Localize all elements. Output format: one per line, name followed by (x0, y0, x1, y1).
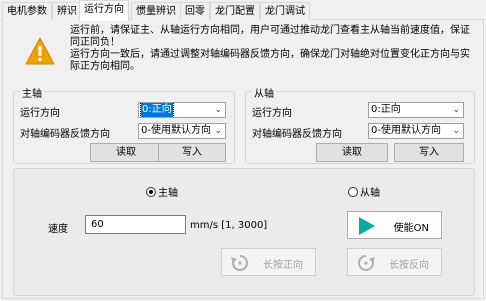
tab-run-direction[interactable]: 运行方向 (79, 0, 129, 21)
tab-identify[interactable]: 辨识 (52, 2, 82, 20)
master-run-dir-label: 运行方向 (20, 108, 60, 119)
radio-selected-icon (146, 187, 156, 197)
speed-label: 速度 (48, 224, 68, 235)
master-run-dir-select[interactable]: 0:正向 ⌄ (138, 102, 226, 118)
slave-fb-dir-select[interactable]: 0-使用默认方向 ⌄ (368, 123, 464, 139)
warning-icon (25, 37, 55, 65)
rotate-forward-icon (231, 254, 249, 271)
master-fb-dir-select[interactable]: 0-使用默认方向 ⌄ (138, 123, 226, 139)
slave-read-button[interactable]: 读取 (316, 143, 388, 162)
master-axis-title: 主轴 (20, 85, 44, 100)
slave-axis-group: 从轴 运行方向 0:正向 ⌄ 对轴编码器反馈方向 0-使用默认方向 ⌄ 读取 写… (245, 85, 475, 164)
slave-run-dir-value: 0:正向 (371, 104, 401, 115)
speed-input[interactable]: 60 (85, 215, 186, 234)
tab-gantry-config[interactable]: 龙门配置 (210, 2, 260, 20)
jog-panel: 主轴 从轴 速度 60 mm/s [1, 3000] 使能ON 长按正向 长按反… (13, 168, 475, 296)
master-fb-dir-value: 0-使用默认方向 (141, 125, 211, 136)
jog-reverse-label: 长按反向 (389, 260, 429, 271)
radio-slave-axis[interactable]: 从轴 (348, 184, 380, 199)
rotate-reverse-icon (357, 254, 375, 271)
slave-write-button[interactable]: 写入 (394, 143, 464, 162)
tab-gantry-debug[interactable]: 龙门调试 (260, 2, 310, 20)
chevron-down-icon: ⌄ (452, 126, 460, 136)
master-run-dir-value: 0:正向 (140, 103, 174, 117)
warning-line-1: 运行前，请保证主、从轴运行方向相同，用户可通过推动龙门查看主从轴当前速度值，保证… (70, 25, 470, 48)
slave-fb-dir-label: 对轴编码器反馈方向 (252, 129, 342, 140)
radio-master-label: 主轴 (158, 188, 178, 199)
enable-on-label: 使能ON (393, 223, 429, 234)
master-fb-dir-label: 对轴编码器反馈方向 (20, 129, 110, 140)
chevron-down-icon: ⌄ (452, 105, 460, 115)
radio-unselected-icon (348, 187, 358, 197)
tab-inertia-identify[interactable]: 惯量辨识 (131, 2, 181, 20)
enable-on-button[interactable]: 使能ON (347, 211, 442, 239)
slave-fb-dir-value: 0-使用默认方向 (371, 125, 441, 136)
jog-reverse-button[interactable]: 长按反向 (347, 248, 442, 276)
master-read-button[interactable]: 读取 (90, 143, 162, 162)
jog-forward-button[interactable]: 长按正向 (221, 248, 316, 276)
slave-run-dir-select[interactable]: 0:正向 ⌄ (368, 102, 464, 118)
slave-run-dir-label: 运行方向 (252, 108, 292, 119)
warning-message: 运行前，请保证主、从轴运行方向相同，用户可通过推动龙门查看主从轴当前速度值，保证… (70, 25, 475, 73)
speed-unit-range: mm/s [1, 3000] (190, 220, 268, 231)
tab-homing[interactable]: 回零 (180, 2, 210, 20)
tab-bar: 电机参数 辨识 运行方向 惯量辨识 回零 龙门配置 龙门调试 (0, 0, 486, 21)
radio-master-axis[interactable]: 主轴 (146, 184, 178, 199)
warning-line-2: 运行方向一致后，请通过调整对轴编码器反馈方向，确保龙门对轴绝对位置变化正方向与实… (70, 49, 470, 72)
play-icon (359, 217, 375, 235)
chevron-down-icon: ⌄ (214, 126, 222, 136)
master-axis-group: 主轴 运行方向 0:正向 ⌄ 对轴编码器反馈方向 0-使用默认方向 ⌄ 读取 写… (13, 85, 235, 164)
master-write-button[interactable]: 写入 (158, 143, 226, 162)
slave-axis-title: 从轴 (252, 85, 276, 100)
run-direction-page: 运行前，请保证主、从轴运行方向相同，用户可通过推动龙门查看主从轴当前速度值，保证… (2, 20, 484, 299)
tab-motor-params[interactable]: 电机参数 (2, 2, 52, 20)
radio-slave-label: 从轴 (360, 188, 380, 199)
jog-forward-label: 长按正向 (263, 260, 303, 271)
chevron-down-icon: ⌄ (214, 105, 222, 115)
